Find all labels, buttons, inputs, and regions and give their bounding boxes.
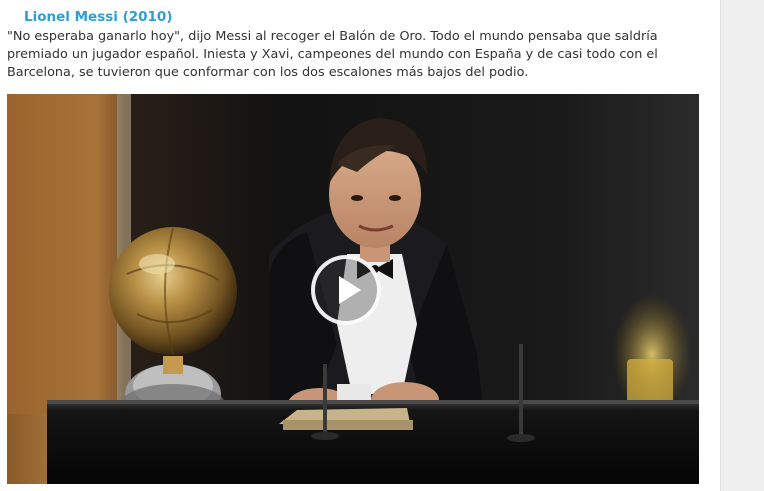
- article-intro: "No esperaba ganarlo hoy", dijo Messi al…: [7, 29, 658, 80]
- play-button[interactable]: [311, 255, 381, 325]
- play-icon: [339, 276, 361, 304]
- article-container: Lionel Messi (2010) "No esperaba ganarlo…: [0, 0, 720, 491]
- video-player[interactable]: [7, 94, 699, 484]
- right-gutter: [720, 0, 764, 491]
- article-title: Lionel Messi (2010): [24, 9, 173, 25]
